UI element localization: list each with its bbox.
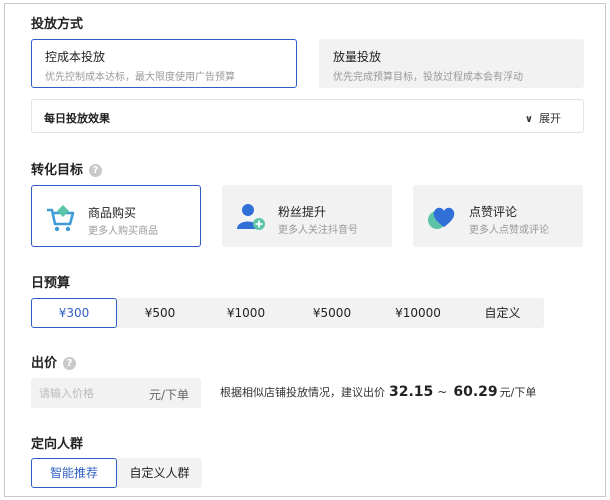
method-option-title: 控成本投放: [45, 48, 296, 65]
conversion-goal-label: 转化目标: [31, 163, 83, 178]
delivery-method-title: 投放方式: [31, 13, 83, 32]
goal-option-engagement[interactable]: 点赞评论 更多人点赞或评论: [413, 185, 583, 247]
method-option-cost-control[interactable]: 控成本投放 优先控制成本达标，最大限度使用广告预算: [31, 39, 297, 88]
expand-button[interactable]: ∨ 展开: [525, 110, 561, 126]
bid-field: 元/下单: [31, 378, 201, 408]
method-option-subtitle: 优先完成预算目标，投放过程成本会有浮动: [333, 68, 583, 83]
goal-option-title: 商品购买: [88, 204, 136, 221]
heart-comment-icon: [426, 200, 458, 232]
bid-suggestion: 根据相似店铺投放情况，建议出价 32.15 ~60.29元/下单: [220, 384, 536, 400]
double-chevron-down-icon: ∨: [525, 114, 533, 125]
goal-option-title: 点赞评论: [469, 203, 517, 220]
bid-range-low: 32.15: [389, 384, 433, 400]
method-option-volume[interactable]: 放量投放 优先完成预算目标，投放过程成本会有浮动: [319, 39, 584, 88]
goal-option-followers[interactable]: 粉丝提升 更多人关注抖音号: [222, 185, 392, 247]
audience-title: 定向人群: [31, 433, 83, 452]
shopping-cart-icon: [45, 201, 77, 233]
goal-option-purchase[interactable]: 商品购买 更多人购买商品: [31, 185, 201, 247]
budget-option[interactable]: ¥500: [117, 298, 203, 328]
daily-effect-bar: 每日投放效果 ∨ 展开: [31, 99, 584, 133]
bid-hint-text: 根据相似店铺投放情况，建议出价: [220, 386, 385, 399]
bid-range-high: 60.29: [453, 384, 497, 400]
bid-title: 出价?: [31, 352, 76, 371]
budget-option-custom[interactable]: 自定义: [461, 298, 544, 328]
daily-effect-label: 每日投放效果: [44, 110, 110, 126]
bid-label: 出价: [31, 356, 57, 371]
bid-unit: 元/下单: [149, 386, 189, 403]
goal-option-subtitle: 更多人购买商品: [88, 222, 158, 237]
audience-option-smart[interactable]: 智能推荐: [31, 458, 117, 488]
add-user-icon: [235, 200, 267, 232]
budget-option[interactable]: ¥1000: [203, 298, 289, 328]
budget-option[interactable]: ¥5000: [289, 298, 375, 328]
conversion-goal-title: 转化目标?: [31, 159, 102, 178]
method-option-title: 放量投放: [333, 48, 583, 65]
audience-option-custom[interactable]: 自定义人群: [117, 458, 202, 488]
daily-budget-title: 日预算: [31, 272, 70, 291]
budget-segmented-control: ¥300 ¥500 ¥1000 ¥5000 ¥10000 自定义: [31, 298, 544, 328]
budget-option[interactable]: ¥10000: [375, 298, 461, 328]
audience-segmented-control: 智能推荐 自定义人群: [31, 458, 202, 488]
budget-option[interactable]: ¥300: [31, 298, 117, 328]
goal-option-subtitle: 更多人关注抖音号: [278, 221, 358, 236]
bid-hint-unit: 元/下单: [500, 386, 537, 399]
goal-option-title: 粉丝提升: [278, 203, 326, 220]
question-icon[interactable]: ?: [89, 164, 102, 177]
question-icon[interactable]: ?: [63, 357, 76, 370]
bid-input[interactable]: [39, 384, 134, 402]
expand-label: 展开: [539, 112, 561, 125]
bid-range-separator: ~: [437, 385, 447, 399]
goal-option-subtitle: 更多人点赞或评论: [469, 221, 549, 236]
method-option-subtitle: 优先控制成本达标，最大限度使用广告预算: [45, 68, 296, 83]
